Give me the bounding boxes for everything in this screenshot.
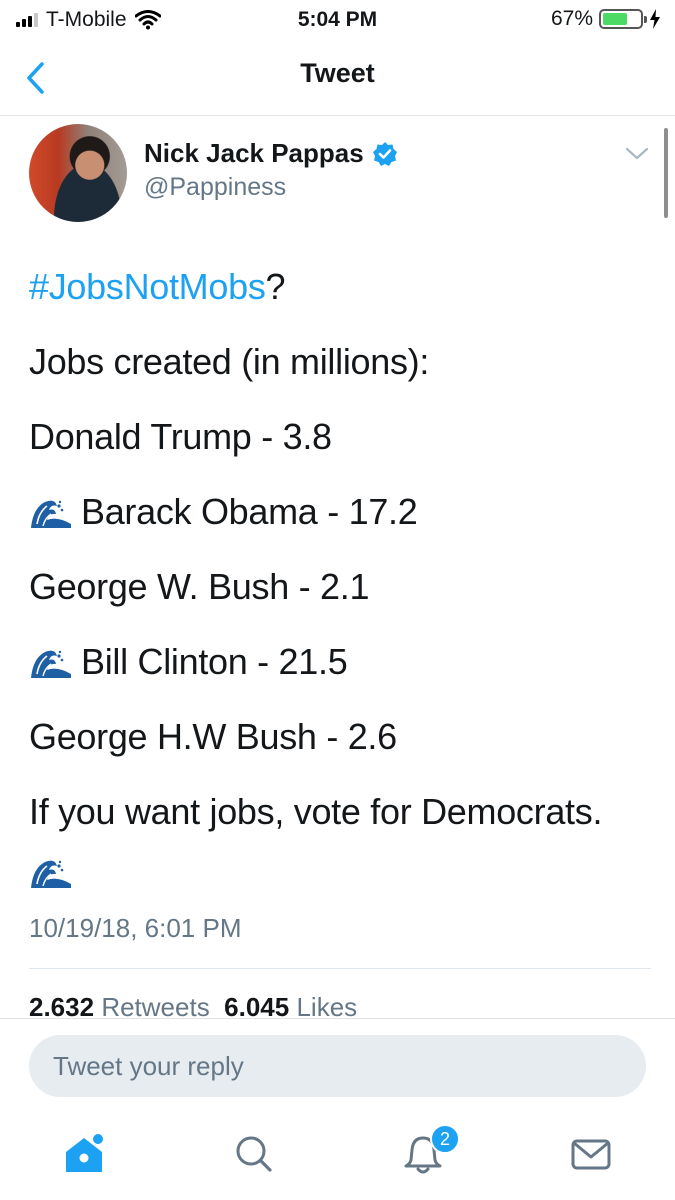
notification-badge: 2 — [430, 1124, 460, 1154]
home-icon — [66, 1134, 103, 1172]
author-name-text: Nick Jack Pappas — [144, 138, 364, 168]
tweet-line: Bill Clinton - 21.5 — [29, 641, 348, 683]
reply-input[interactable]: Tweet your reply — [29, 1035, 646, 1097]
tweet-line-text: Bill Clinton - 21.5 — [81, 641, 348, 682]
tweet-line: If you want jobs, vote for Democrats. — [29, 791, 603, 832]
page-title: Tweet — [300, 58, 375, 88]
tweet-hashtag-line: #JobsNotMobs ? — [29, 266, 286, 308]
status-right: 67% — [551, 7, 661, 31]
author-name[interactable]: Nick Jack Pappas — [144, 138, 398, 169]
tweet-line: George W. Bush - 2.1 — [29, 566, 370, 607]
nav-bar: Tweet — [0, 40, 675, 116]
search-icon — [236, 1136, 272, 1172]
avatar[interactable] — [29, 124, 127, 222]
author-handle[interactable]: @Pappiness — [144, 173, 286, 202]
tweet-timestamp: 10/19/18, 6:01 PM — [29, 913, 242, 943]
reply-bar: Tweet your reply — [0, 1018, 675, 1112]
messages-icon — [571, 1139, 611, 1170]
wave-emoji-icon — [29, 854, 73, 890]
tab-bar — [0, 1112, 675, 1200]
chevron-down-icon[interactable] — [625, 146, 649, 162]
status-bar: T-Mobile 5:04 PM 67% — [0, 0, 675, 40]
tweet-line — [29, 854, 81, 890]
scrollbar[interactable] — [664, 128, 668, 218]
battery-icon — [599, 9, 647, 29]
tweet-line: Barack Obama - 17.2 — [29, 491, 418, 533]
tab-search[interactable] — [232, 1132, 276, 1176]
tweet-line: Jobs created (in millions): — [29, 341, 430, 382]
battery-percent: 67% — [550, 7, 593, 30]
wave-emoji-icon — [29, 494, 73, 530]
tab-home[interactable] — [62, 1132, 106, 1176]
hashtag-link[interactable]: #JobsNotMobs — [29, 266, 266, 308]
tab-messages[interactable] — [569, 1132, 613, 1176]
verified-badge-icon — [372, 141, 397, 166]
divider — [29, 968, 651, 969]
hashtag-suffix: ? — [265, 266, 286, 307]
charging-icon — [650, 9, 660, 29]
tweet-line: George H.W Bush - 2.6 — [29, 716, 397, 757]
tweet-line-text: Barack Obama - 17.2 — [81, 491, 418, 532]
wave-emoji-icon — [29, 644, 73, 680]
tweet-line: Donald Trump - 3.8 — [29, 416, 332, 457]
